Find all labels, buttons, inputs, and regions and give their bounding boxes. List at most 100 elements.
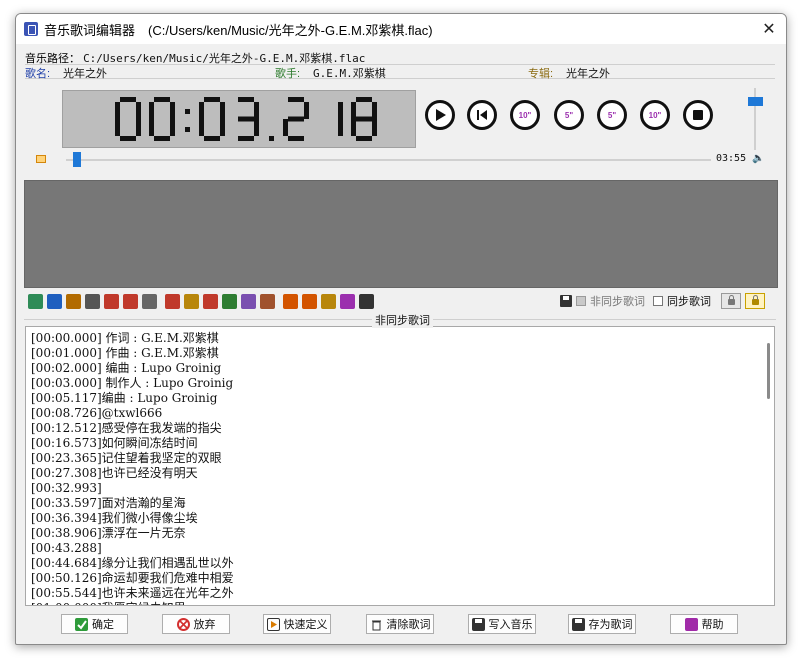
write-music-label: 写入音乐 <box>488 619 533 631</box>
save-lyrics-icon <box>571 617 585 631</box>
lyric-line: [00:55.544]也许未来遥远在光年之外 <box>31 586 234 600</box>
save-lyrics-button[interactable]: 存为歌词 <box>568 614 636 634</box>
trash-icon <box>370 618 383 631</box>
artist-value: G.E.M.邓紫棋 <box>313 67 386 80</box>
lyric-line: [00:02.000] 编曲 : Lupo Groinig <box>31 361 222 375</box>
timer-icon[interactable] <box>142 293 157 309</box>
forward-10s-label: 10" <box>648 110 662 120</box>
waveform-panel[interactable] <box>24 180 778 288</box>
add-line-icon[interactable] <box>165 293 180 309</box>
song-title-value: 光年之外 <box>63 67 107 80</box>
rewind-10s-label: 10" <box>518 110 532 120</box>
lyric-line: [00:16.573]如何瞬间冻结时间 <box>31 436 198 450</box>
volume-slider-thumb[interactable] <box>748 97 763 106</box>
album-value: 光年之外 <box>566 67 610 80</box>
seek-slider-track[interactable] <box>66 159 711 161</box>
lyric-line: [00:12.512]感受停在我发端的指尖 <box>31 421 222 435</box>
insert-icon[interactable] <box>184 293 199 309</box>
rewind-10s-button[interactable]: 10" <box>510 100 540 130</box>
lyric-line: [00:43.288] <box>31 541 102 555</box>
help-button[interactable]: 帮助 <box>670 614 738 634</box>
sync-lyrics-label: 同步歌词 <box>667 296 711 308</box>
save-icon[interactable] <box>560 295 572 307</box>
forward-5s-label: 5" <box>607 110 617 120</box>
folder-icon[interactable] <box>36 155 46 163</box>
lyric-line: [01:00.000]我愿守候未知里 <box>26 601 774 605</box>
lyric-line: [00:05.117]编曲 : Lupo Groinig <box>31 391 218 405</box>
unsync-lyrics-checkbox[interactable] <box>576 296 586 306</box>
clock-colon <box>185 109 190 114</box>
title-bar: 音乐歌词编辑器 (C:/Users/ken/Music/光年之外-G.E.M.邓… <box>16 14 786 44</box>
unsync-lyrics-label: 非同步歌词 <box>590 296 645 308</box>
window-title: 音乐歌词编辑器 (C:/Users/ken/Music/光年之外-G.E.M.邓… <box>44 22 433 38</box>
clock-digit <box>338 102 343 136</box>
tools-icon[interactable] <box>359 293 374 309</box>
lyric-line: [00:23.365]记住望着我坚定的双眼 <box>31 451 222 465</box>
ok-button[interactable]: 确定 <box>61 614 128 634</box>
play-from-icon[interactable] <box>260 293 275 309</box>
clock-digit <box>149 97 175 141</box>
print-icon[interactable] <box>66 293 81 309</box>
lyrics-textarea[interactable]: [00:00.000] 作词 : G.E.M.邓紫棋 [00:01.000] 作曲… <box>25 326 775 606</box>
clock-digit <box>238 97 259 141</box>
stop-button[interactable] <box>683 100 713 130</box>
write-music-button[interactable]: 写入音乐 <box>468 614 536 634</box>
save-lyrics-label: 存为歌词 <box>588 619 633 631</box>
list2-icon[interactable] <box>302 293 317 309</box>
lyrics-mode-controls: 非同步歌词 同步歌词 <box>560 293 765 309</box>
lyric-line: [00:33.597]面对浩瀚的星海 <box>31 496 186 510</box>
prev-icon[interactable] <box>104 293 119 309</box>
song-info-row: 歌名: 光年之外 歌手: G.E.M.邓紫棋 专辑: 光年之外 <box>25 64 775 80</box>
clear-lyrics-button[interactable]: 清除歌词 <box>366 614 434 634</box>
lyric-line: [00:38.906]漂浮在一片无奈 <box>31 526 186 540</box>
merge-icon[interactable] <box>222 293 237 309</box>
quick-define-button[interactable]: 快速定义 <box>263 614 331 634</box>
paw-icon[interactable] <box>47 293 62 309</box>
delete-line-icon[interactable] <box>203 293 218 309</box>
list-icon[interactable] <box>283 293 298 309</box>
settings-icon[interactable] <box>340 293 355 309</box>
close-button[interactable]: ✕ <box>752 14 786 44</box>
discard-button[interactable]: 放弃 <box>162 614 230 634</box>
time-display <box>62 90 416 148</box>
clock-digit <box>351 97 377 141</box>
speaker-icon[interactable]: 🔈 <box>752 153 764 164</box>
save-music-icon <box>471 617 485 631</box>
lock-icon[interactable] <box>721 293 741 309</box>
forward-10s-button[interactable]: 10" <box>640 100 670 130</box>
lyric-line: [00:44.684]缘分让我们相遇乱世以外 <box>31 556 234 570</box>
rewind-5s-label: 5" <box>564 110 574 120</box>
lyrics-toolbar <box>28 292 378 310</box>
clock-digit <box>199 97 225 141</box>
song-title-label: 歌名: <box>25 68 51 80</box>
next-icon[interactable] <box>123 293 138 309</box>
sync-icon[interactable] <box>85 293 100 309</box>
clock-digit <box>115 97 141 141</box>
search-icon[interactable] <box>28 293 43 309</box>
unlock-icon[interactable] <box>745 293 765 309</box>
stop-icon <box>693 110 703 120</box>
help-icon <box>684 617 698 631</box>
lyric-line: [00:32.993] <box>31 481 102 495</box>
lyric-line: [00:01.000] 作曲 : G.E.M.邓紫棋 <box>31 346 219 360</box>
discard-label: 放弃 <box>193 619 216 631</box>
copy-icon[interactable] <box>241 293 256 309</box>
skip-back-icon <box>477 110 487 120</box>
artist-label: 歌手: <box>275 68 301 80</box>
export-icon[interactable] <box>321 293 336 309</box>
help-label: 帮助 <box>701 619 724 631</box>
quick-define-label: 快速定义 <box>283 619 328 631</box>
lyrics-scrollbar[interactable] <box>767 343 770 399</box>
play-icon <box>436 109 446 121</box>
cancel-icon <box>176 617 190 631</box>
forward-5s-button[interactable]: 5" <box>597 100 627 130</box>
clock-digit <box>283 97 309 141</box>
lyric-line: [00:27.308]也许已经没有明天 <box>31 466 198 480</box>
play-button[interactable] <box>425 100 455 130</box>
lyrics-editor-window: 音乐歌词编辑器 (C:/Users/ken/Music/光年之外-G.E.M.邓… <box>15 13 787 645</box>
rewind-5s-button[interactable]: 5" <box>554 100 584 130</box>
restart-button[interactable] <box>467 100 497 130</box>
time-display-digits <box>115 97 377 141</box>
seek-slider-thumb[interactable] <box>73 152 82 167</box>
sync-lyrics-checkbox[interactable] <box>653 296 663 306</box>
